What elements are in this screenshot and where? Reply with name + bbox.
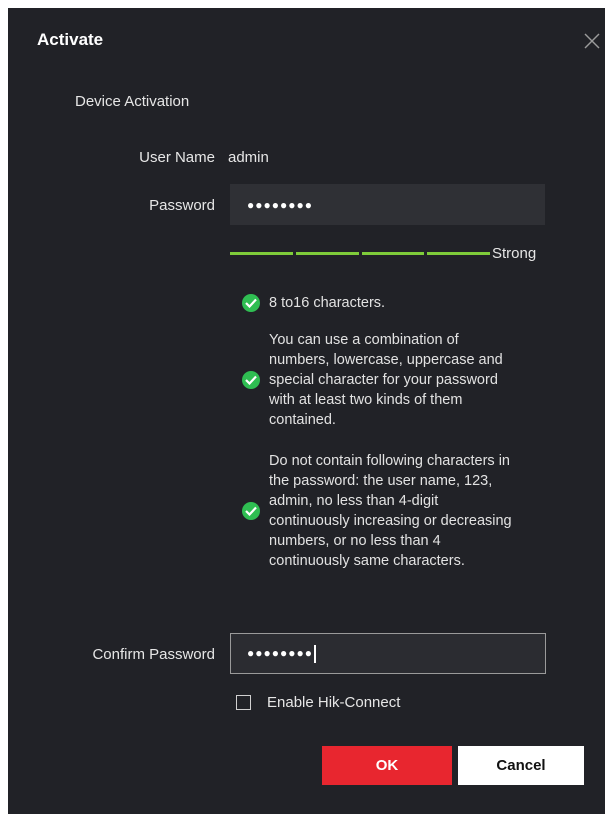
check-circle-icon xyxy=(242,502,260,520)
check-circle-icon xyxy=(242,294,260,312)
confirm-password-masked-value: ●●●●●●●● xyxy=(247,644,316,663)
rule-text: Do not contain following characters in t… xyxy=(269,453,512,569)
activate-dialog: Activate Device Activation User Name adm… xyxy=(8,8,605,814)
ok-button[interactable]: OK xyxy=(322,746,452,785)
password-rule: 8 to16 characters. xyxy=(242,293,522,313)
check-circle-icon xyxy=(242,371,260,389)
strength-label: Strong xyxy=(492,245,537,262)
cancel-button[interactable]: Cancel xyxy=(458,746,584,785)
password-rule: You can use a combination of numbers, lo… xyxy=(242,330,514,430)
confirm-password-label: Confirm Password xyxy=(92,646,215,663)
password-strength-meter xyxy=(230,252,490,255)
text-caret xyxy=(313,644,316,663)
username-label: User Name xyxy=(139,149,215,166)
rule-text: You can use a combination of numbers, lo… xyxy=(269,332,503,428)
password-input[interactable]: ●●●●●●●● xyxy=(230,184,545,225)
strength-segment xyxy=(230,252,293,255)
username-value: admin xyxy=(228,149,269,166)
hik-connect-label: Enable Hik-Connect xyxy=(267,694,401,711)
password-label: Password xyxy=(149,197,215,214)
hik-connect-checkbox[interactable] xyxy=(236,695,251,710)
strength-segment xyxy=(361,252,425,255)
rule-text: 8 to16 characters. xyxy=(269,295,386,311)
strength-segment xyxy=(295,252,359,255)
strength-segment xyxy=(427,252,490,255)
password-masked-value: ●●●●●●●● xyxy=(247,197,313,212)
hik-connect-option[interactable]: Enable Hik-Connect xyxy=(236,694,400,711)
close-icon[interactable] xyxy=(582,31,602,51)
dialog-title: Activate xyxy=(37,30,104,49)
section-title: Device Activation xyxy=(75,93,190,110)
confirm-password-input[interactable]: ●●●●●●●● xyxy=(230,633,546,674)
password-rule: Do not contain following characters in t… xyxy=(242,451,514,571)
